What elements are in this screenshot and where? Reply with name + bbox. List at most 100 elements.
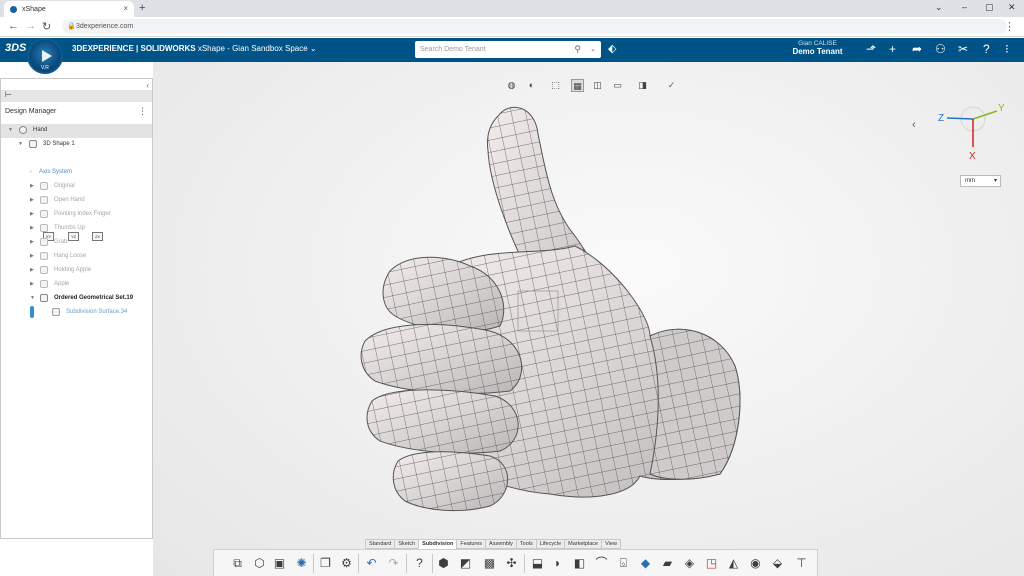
- face-icon[interactable]: ◧: [572, 556, 587, 571]
- app-title[interactable]: 3DEXPERIENCE | SOLIDWORKS xShape - Gian …: [72, 44, 317, 53]
- fit-all-icon[interactable]: ⬚: [549, 79, 562, 92]
- redo-icon[interactable]: ↷: [386, 556, 401, 571]
- browser-menu-icon[interactable]: ⋮: [1004, 20, 1015, 33]
- new-tab-button[interactable]: +: [139, 2, 145, 14]
- tab-close-icon[interactable]: ×: [123, 4, 128, 13]
- tree-item-subdivision-surface[interactable]: Subdivision Surface.34: [1, 306, 152, 320]
- collapse-panel-icon[interactable]: ‹: [146, 81, 149, 90]
- tab-marketplace[interactable]: Marketplace: [564, 539, 603, 549]
- add-icon[interactable]: +: [889, 42, 896, 56]
- help-icon[interactable]: ?: [983, 42, 990, 56]
- copy-icon[interactable]: ❐: [318, 556, 333, 571]
- browser-tab[interactable]: xShape ×: [4, 1, 134, 17]
- tree-item-hang-loose[interactable]: ▶ Hang Loose: [1, 250, 152, 264]
- network-icon[interactable]: ⚇: [935, 42, 946, 56]
- split-icon[interactable]: ◈: [682, 556, 697, 571]
- expand-icon[interactable]: ▶: [30, 253, 34, 259]
- expand-icon[interactable]: ▶: [30, 281, 34, 287]
- tag-icon[interactable]: ⬖: [608, 42, 616, 55]
- ds-logo-icon[interactable]: 3DS: [5, 42, 26, 54]
- more-icon[interactable]: ⁝: [1005, 42, 1009, 56]
- share-icon[interactable]: ⬏: [866, 42, 876, 56]
- undo-icon[interactable]: ↶: [364, 556, 379, 571]
- shell-icon[interactable]: ⬙: [770, 556, 785, 571]
- search-dropdown-icon[interactable]: ⌄: [590, 41, 596, 58]
- axis-triad[interactable]: Z Y X: [935, 97, 1010, 167]
- maximize-button[interactable]: ▢: [985, 2, 994, 13]
- expand-icon[interactable]: ▼: [8, 127, 13, 133]
- help-icon[interactable]: ?: [412, 556, 427, 571]
- url-field[interactable]: 🔒 3dexperience.com: [62, 19, 1007, 34]
- selection-box-icon[interactable]: ▭: [611, 79, 624, 92]
- tree-item-holding-apple[interactable]: ▶ Holding Apple: [1, 264, 152, 278]
- tab-standard[interactable]: Standard: [365, 539, 396, 549]
- search-icon[interactable]: ⚲: [574, 41, 581, 58]
- expand-icon[interactable]: ▶: [30, 211, 34, 217]
- tab-features[interactable]: Features: [456, 539, 487, 549]
- save-icon[interactable]: ▣: [272, 556, 287, 571]
- extrude-icon[interactable]: ⬓: [530, 556, 545, 571]
- primitive-icon[interactable]: ▩: [482, 556, 497, 571]
- expand-icon[interactable]: ▶: [30, 197, 34, 203]
- tree-item-grab[interactable]: ▶ Grab: [1, 236, 152, 250]
- tab-search-icon[interactable]: ⌄: [935, 2, 943, 13]
- bend-icon[interactable]: ◗: [550, 556, 565, 571]
- tree-item-open-hand[interactable]: ▶ Open Hand: [1, 194, 152, 208]
- delete-icon[interactable]: ◳: [704, 556, 719, 571]
- minimize-button[interactable]: –: [962, 2, 967, 12]
- tab-subdivision[interactable]: Subdivision: [418, 539, 458, 549]
- tab-view[interactable]: View: [601, 539, 621, 549]
- search-input[interactable]: Search Demo Tenant ⚲ ⌄: [415, 41, 601, 58]
- hand-model[interactable]: [350, 96, 750, 526]
- gear-icon[interactable]: ⚙: [339, 556, 354, 571]
- expand-icon[interactable]: ▼: [30, 295, 35, 301]
- expand-icon[interactable]: ▶: [30, 239, 34, 245]
- tree-item-apple[interactable]: ▶ Apple: [1, 278, 152, 292]
- expand-icon[interactable]: ▶: [30, 267, 34, 273]
- subdivision-box-icon[interactable]: ◩: [458, 556, 473, 571]
- forward-arrow-icon[interactable]: →: [25, 20, 36, 32]
- tab-assembly[interactable]: Assembly: [485, 539, 517, 549]
- tree-item-thumbs-up[interactable]: ▶ Thumbs Up: [1, 222, 152, 236]
- section-icon[interactable]: ◫: [591, 79, 604, 92]
- tree-item-hand[interactable]: ▼ Hand: [1, 124, 152, 138]
- subdivision-view-icon[interactable]: ▦: [571, 79, 584, 92]
- expand-icon[interactable]: ▼: [18, 141, 23, 147]
- tools-icon[interactable]: ✂: [958, 42, 968, 56]
- mesh-icon[interactable]: ✣: [504, 556, 519, 571]
- fill-icon[interactable]: ▰: [660, 556, 675, 571]
- bridge-icon[interactable]: ⌺: [616, 556, 631, 571]
- tab-tools[interactable]: Tools: [515, 539, 537, 549]
- subdivision-cube-icon[interactable]: ⬢: [436, 556, 451, 571]
- tree-item-3d-shape[interactable]: ▼ 3D Shape 1: [1, 138, 152, 152]
- back-arrow-icon[interactable]: ←: [8, 20, 19, 32]
- convert-icon[interactable]: ⊤: [794, 556, 809, 571]
- compass-icon[interactable]: V,R: [27, 38, 63, 74]
- tab-lifecycle[interactable]: Lifecycle: [535, 539, 566, 549]
- expand-icon[interactable]: ▶: [30, 225, 34, 231]
- tab-sketch[interactable]: Sketch: [394, 539, 420, 549]
- user-profile[interactable]: Gian CALISE Demo Tenant: [770, 40, 865, 56]
- tree-item-axis-system[interactable]: › Axis System: [1, 166, 152, 180]
- unit-select[interactable]: mm ▾: [960, 175, 1001, 187]
- expand-icon[interactable]: ›: [30, 169, 32, 175]
- view-mode-icon[interactable]: ◐: [525, 79, 538, 92]
- reload-icon[interactable]: ↻: [42, 20, 51, 33]
- mirror-icon[interactable]: ◭: [726, 556, 741, 571]
- validate-icon[interactable]: ✓: [665, 79, 678, 92]
- gear-settings-icon[interactable]: ✺: [294, 556, 309, 571]
- crease-icon[interactable]: ⌒: [594, 556, 609, 571]
- open-icon[interactable]: ⬡: [252, 556, 267, 571]
- tree-item-original[interactable]: ▶ Original: [1, 180, 152, 194]
- symmetry-icon[interactable]: ◉: [748, 556, 763, 571]
- expand-icon[interactable]: ▶: [30, 183, 34, 189]
- panel-menu-icon[interactable]: ⋮: [138, 106, 147, 117]
- render-style-icon[interactable]: ◍: [505, 79, 518, 92]
- cube-view-icon[interactable]: ◨: [636, 79, 649, 92]
- tree-icon[interactable]: ⊢: [5, 90, 12, 99]
- tree-item-pointing-index-finger[interactable]: ▶ Pointing Index Finger: [1, 208, 152, 222]
- new-part-icon[interactable]: ⧉: [230, 556, 245, 571]
- chevron-left-icon[interactable]: ‹: [912, 119, 916, 131]
- forward-icon[interactable]: ➦: [912, 42, 922, 56]
- tree-item-ordered-geometrical-set[interactable]: ▼ Ordered Geometrical Set.19: [1, 292, 152, 306]
